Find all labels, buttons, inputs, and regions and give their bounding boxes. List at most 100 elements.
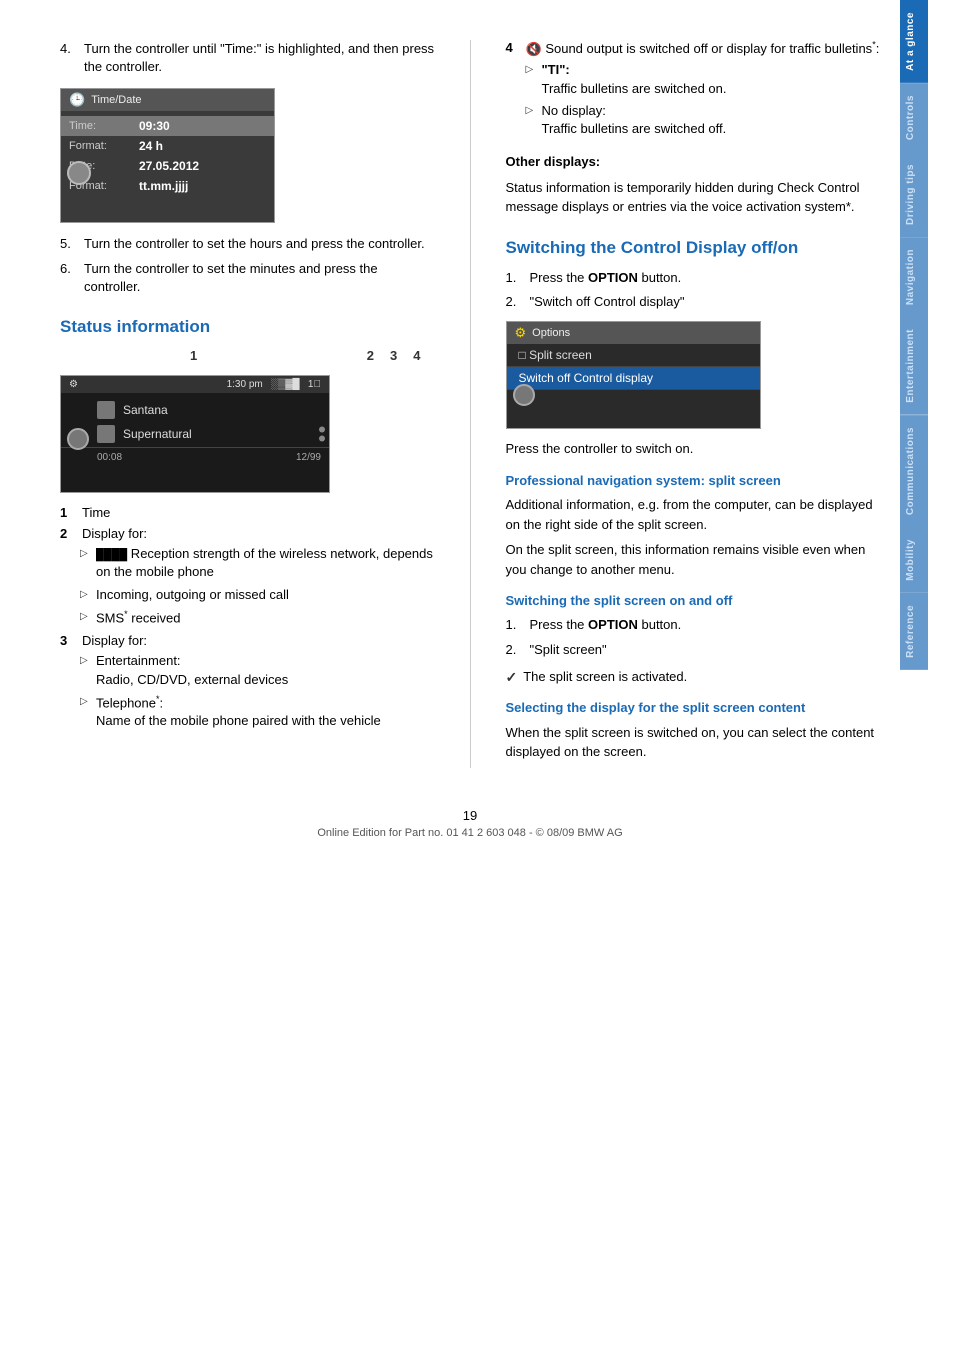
prof-nav-text1: Additional information, e.g. from the co… — [506, 495, 881, 534]
timdate-row-format1: Format: 24 h — [61, 136, 274, 156]
options-controller-knob — [513, 384, 535, 406]
left-column: 4. Turn the controller until "Time:" is … — [60, 40, 435, 768]
status-item-2-row: 2 Display for: — [60, 526, 435, 541]
step-4-text: Turn the controller until "Time:" is hig… — [84, 40, 435, 76]
bullet-entertainment: ▷ Entertainment:Radio, CD/DVD, external … — [80, 652, 435, 688]
options-header-text: Options — [532, 327, 570, 339]
other-displays-text: Status information is temporarily hidden… — [506, 178, 881, 217]
status-screenshot: ⚙ 1:30 pm ░▒▓█ 1⃣ Santana Supern — [60, 375, 330, 493]
item-2-bullets: ▷ ████ Reception strength of the wireles… — [80, 545, 435, 627]
step-5: 5. Turn the controller to set the hours … — [60, 235, 435, 253]
sidebar-tab-at-a-glance[interactable]: At a glance — [900, 0, 928, 83]
switching-section-title: Switching the Control Display off/on — [506, 237, 881, 259]
status-item-3-row: 3 Display for: — [60, 633, 435, 648]
bullet-telephone-text: Telephone*:Name of the mobile phone pair… — [96, 693, 381, 731]
timdate-header: 🕒 Time/Date — [61, 89, 274, 111]
bullet-sms: ▷ SMS* received — [80, 608, 435, 628]
right-step-4-num: 4 — [506, 40, 520, 55]
num-label-4: 4 — [413, 348, 420, 363]
steps-5-6-list: 5. Turn the controller to set the hours … — [60, 235, 435, 296]
item-3-num: 3 — [60, 633, 74, 648]
page-number: 19 — [60, 808, 880, 823]
bullet-sms-text: SMS* received — [96, 608, 180, 628]
prof-nav-title: Professional navigation system: split sc… — [506, 473, 881, 490]
arrow-icon: ▷ — [526, 63, 536, 97]
sidebar-tab-navigation[interactable]: Navigation — [900, 237, 928, 317]
track-num: 12/99 — [296, 452, 321, 463]
right-step-4-content: 🔇 Sound output is switched off or displa… — [526, 40, 880, 142]
step-4-number: 4. — [60, 40, 76, 76]
right-indicators — [319, 427, 325, 442]
page-container: 4. Turn the controller until "Time:" is … — [0, 0, 960, 1358]
bullet-incoming-text: Incoming, outgoing or missed call — [96, 586, 289, 604]
switching-step-1-num: 1. — [506, 269, 522, 287]
bullet-entertainment-text: Entertainment:Radio, CD/DVD, external de… — [96, 652, 288, 688]
step-6: 6. Turn the controller to set the minute… — [60, 260, 435, 296]
switching-step-1: 1. Press the OPTION button. — [506, 269, 881, 287]
split-switch-step-2: 2. "Split screen" — [506, 641, 881, 659]
step-4: 4. Turn the controller until "Time:" is … — [60, 40, 435, 76]
num-label-1: 1 — [190, 348, 197, 363]
switching-steps: 1. Press the OPTION button. 2. "Switch o… — [506, 269, 881, 311]
sidebar-tab-mobility[interactable]: Mobility — [900, 527, 928, 593]
step-5-text: Turn the controller to set the hours and… — [84, 235, 425, 253]
arrow-icon: ▷ — [80, 547, 90, 582]
arrow-icon: ▷ — [80, 588, 90, 604]
sidebar-tab-reference[interactable]: Reference — [900, 593, 928, 670]
status-song2-row: Supernatural — [97, 425, 321, 443]
options-item-switch-text: Switch off Control display — [519, 371, 654, 385]
right-step-4: 4 🔇 Sound output is switched off or disp… — [506, 40, 881, 142]
bullet-ti: ▷ "TI":Traffic bulletins are switched on… — [526, 61, 880, 97]
split-switch-step-2-num: 2. — [506, 641, 522, 659]
footer-text: Online Edition for Part no. 01 41 2 603 … — [60, 827, 880, 839]
indicator-dot — [319, 436, 325, 442]
switching-step-2-text: "Switch off Control display" — [530, 293, 685, 311]
timdate-header-text: Time/Date — [91, 94, 141, 106]
switching-step-2-num: 2. — [506, 293, 522, 311]
arrow-icon: ▷ — [526, 104, 536, 138]
song1-icon — [97, 401, 115, 419]
status-icon-left: ⚙ — [69, 379, 78, 390]
step-6-number: 6. — [60, 260, 76, 296]
sidebar-tab-controls[interactable]: Controls — [900, 83, 928, 152]
column-divider — [470, 40, 471, 768]
timdate-value-time: 09:30 — [139, 119, 170, 133]
options-icon: ⚙ — [515, 325, 527, 341]
bullet-reception: ▷ ████ Reception strength of the wireles… — [80, 545, 435, 582]
page-footer: 19 Online Edition for Part no. 01 41 2 6… — [60, 808, 880, 839]
press-controller-text: Press the controller to switch on. — [506, 439, 881, 459]
status-screenshot-wrapper: 1 2 3 4 ⚙ 1:30 pm ░▒▓█ 1⃣ — [60, 348, 435, 493]
right-column: 4 🔇 Sound output is switched off or disp… — [506, 40, 881, 768]
status-number-labels: 1 2 3 4 — [60, 348, 435, 363]
bullet-no-display-text: No display:Traffic bulletins are switche… — [542, 102, 727, 138]
timdate-label-format1: Format: — [69, 140, 139, 152]
bullet-telephone: ▷ Telephone*:Name of the mobile phone pa… — [80, 693, 435, 731]
timdate-row-date: Date: 27.05.2012 — [61, 156, 274, 176]
bullet-reception-text: ████ Reception strength of the wireless … — [96, 545, 435, 582]
bullet-no-display: ▷ No display:Traffic bulletins are switc… — [526, 102, 880, 138]
switching-step-2: 2. "Switch off Control display" — [506, 293, 881, 311]
main-content: 4. Turn the controller until "Time:" is … — [0, 0, 900, 1358]
num-label-2: 2 — [367, 348, 374, 363]
options-item-switch: Switch off Control display — [507, 367, 760, 390]
options-item-split-text: □ Split screen — [519, 348, 592, 362]
item-3-bullets: ▷ Entertainment:Radio, CD/DVD, external … — [80, 652, 435, 730]
split-switch-step-2-text: "Split screen" — [530, 641, 607, 659]
sidebar-tab-communications[interactable]: Communications — [900, 415, 928, 527]
sidebar-tab-entertainment[interactable]: Entertainment — [900, 317, 928, 415]
status-bottom-bar: 00:08 12/99 — [61, 447, 329, 467]
arrow-icon: ▷ — [80, 610, 90, 628]
step-6-text: Turn the controller to set the minutes a… — [84, 260, 435, 296]
sidebar-tab-driving-tips[interactable]: Driving tips — [900, 152, 928, 237]
select-display-title: Selecting the display for the split scre… — [506, 700, 881, 717]
right-step-4-bullets: ▷ "TI":Traffic bulletins are switched on… — [526, 61, 880, 138]
timdate-value-format1: 24 h — [139, 139, 163, 153]
options-screenshot: ⚙ Options □ Split screen Switch off Cont… — [506, 321, 761, 429]
timdate-row-time: Time: 09:30 — [61, 116, 274, 136]
right-step-4-row: 4 🔇 Sound output is switched off or disp… — [506, 40, 881, 142]
options-header: ⚙ Options — [507, 322, 760, 344]
timdate-row-format2: Format: tt.mm.jjjj — [61, 176, 274, 196]
split-activated-text: The split screen is activated. — [523, 669, 687, 684]
status-section-title: Status information — [60, 316, 435, 338]
status-item-1-row: 1 Time — [60, 505, 435, 520]
